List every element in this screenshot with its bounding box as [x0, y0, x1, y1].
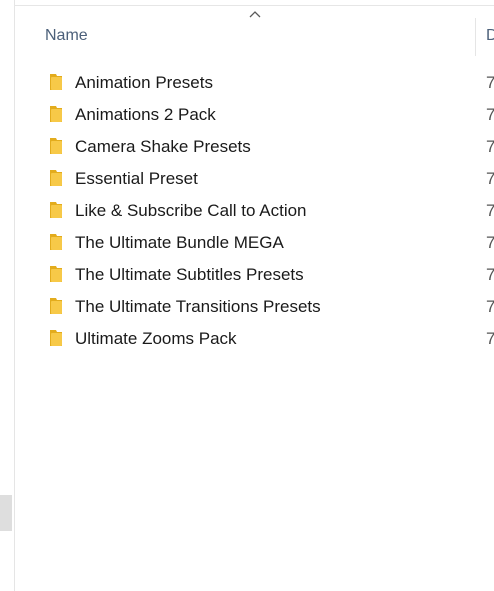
file-row-ultimate-subtitles-presets[interactable]: The Ultimate Subtitles Presets 7 [14, 258, 494, 290]
folder-icon [48, 233, 64, 251]
folder-icon [48, 105, 64, 123]
column-header-date[interactable]: D [486, 27, 494, 45]
file-row-essential-preset[interactable]: Essential Preset 7 [14, 162, 494, 194]
file-date: 7 [486, 169, 494, 188]
file-row-ultimate-bundle-mega[interactable]: The Ultimate Bundle MEGA 7 [14, 226, 494, 258]
sort-ascending-icon[interactable] [246, 8, 264, 20]
file-row-ultimate-zooms-pack[interactable]: Ultimate Zooms Pack 7 [14, 322, 494, 354]
navigation-pane [0, 0, 15, 591]
navigation-pane-scrollbar-thumb[interactable] [0, 495, 12, 531]
file-date: 7 [486, 297, 494, 316]
file-name: The Ultimate Bundle MEGA [75, 233, 284, 252]
file-name: The Ultimate Transitions Presets [75, 297, 321, 316]
column-resize-handle[interactable] [475, 18, 476, 56]
file-date: 7 [486, 201, 494, 220]
file-date: 7 [486, 233, 494, 252]
folder-icon [48, 201, 64, 219]
file-date: 7 [486, 105, 494, 124]
file-list: Animation Presets 7 Animations 2 Pack 7 … [14, 66, 494, 354]
file-date: 7 [486, 137, 494, 156]
file-name: Animation Presets [75, 73, 213, 92]
folder-icon [48, 169, 64, 187]
file-name: Like & Subscribe Call to Action [75, 201, 307, 220]
header-top-divider [14, 5, 494, 6]
column-header-name[interactable]: Name [45, 27, 88, 45]
folder-icon [48, 297, 64, 315]
folder-icon [48, 329, 64, 347]
file-row-like-subscribe[interactable]: Like & Subscribe Call to Action 7 [14, 194, 494, 226]
folder-icon [48, 73, 64, 91]
file-name: Ultimate Zooms Pack [75, 329, 237, 348]
file-date: 7 [486, 329, 494, 348]
file-name: Essential Preset [75, 169, 198, 188]
folder-icon [48, 265, 64, 283]
file-name: Animations 2 Pack [75, 105, 216, 124]
file-row-camera-shake-presets[interactable]: Camera Shake Presets 7 [14, 130, 494, 162]
file-name: Camera Shake Presets [75, 137, 251, 156]
file-date: 7 [486, 265, 494, 284]
folder-icon [48, 137, 64, 155]
file-row-animation-presets[interactable]: Animation Presets 7 [14, 66, 494, 98]
file-row-ultimate-transitions-presets[interactable]: The Ultimate Transitions Presets 7 [14, 290, 494, 322]
file-row-animations-2-pack[interactable]: Animations 2 Pack 7 [14, 98, 494, 130]
file-date: 7 [486, 73, 494, 92]
file-name: The Ultimate Subtitles Presets [75, 265, 304, 284]
